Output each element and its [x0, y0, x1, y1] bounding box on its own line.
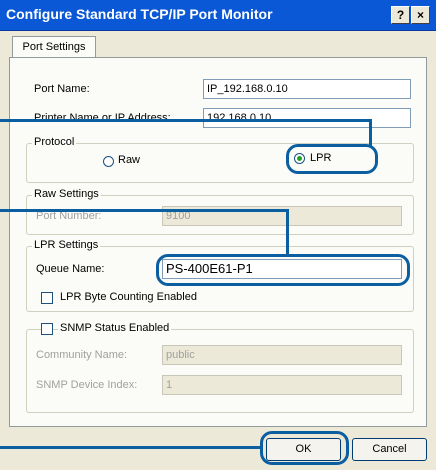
printer-name-label: Printer Name or IP Address: — [34, 112, 171, 124]
snmp-status-checkbox[interactable] — [41, 323, 53, 335]
raw-radio-label[interactable]: Raw — [118, 154, 140, 166]
callout-lpr-highlight — [286, 144, 378, 174]
printer-address-field[interactable]: 192.168.0.10 — [203, 108, 411, 128]
callout-line-queue-vertical — [286, 209, 289, 257]
port-name-label: Port Name: — [34, 83, 90, 95]
raw-settings-title: Raw Settings — [32, 188, 101, 200]
community-name-label: Community Name: — [36, 349, 128, 361]
tab-port-settings[interactable]: Port Settings — [12, 36, 96, 58]
callout-line-queue-horizontal — [0, 209, 289, 212]
title-bar: Configure Standard TCP/IP Port Monitor ?… — [0, 0, 436, 31]
lpr-byte-counting-checkbox[interactable] — [41, 292, 53, 304]
protocol-group-title: Protocol — [32, 136, 77, 148]
snmp-status-label[interactable]: SNMP Status Enabled — [58, 322, 172, 334]
tcpip-port-monitor-dialog: Configure Standard TCP/IP Port Monitor ?… — [0, 0, 436, 470]
community-name-field[interactable]: public — [162, 345, 402, 365]
snmp-device-index-label: SNMP Device Index: — [36, 379, 138, 391]
callout-line-protocol-horizontal — [0, 119, 372, 122]
snmp-device-index-field[interactable]: 1 — [162, 375, 402, 395]
port-name-field[interactable]: IP_192.168.0.10 — [203, 79, 411, 99]
raw-radio[interactable] — [103, 156, 114, 167]
lpr-settings-title: LPR Settings — [32, 239, 101, 251]
callout-line-ok — [0, 446, 262, 449]
dialog-title: Configure Standard TCP/IP Port Monitor — [6, 6, 273, 22]
callout-line-protocol-vertical — [369, 119, 372, 146]
snmp-group — [26, 329, 414, 413]
callout-queue-highlight — [156, 254, 410, 286]
queue-name-label: Queue Name: — [36, 263, 105, 275]
callout-ok-highlight — [260, 431, 349, 465]
cancel-button[interactable]: Cancel — [352, 438, 427, 461]
close-button[interactable]: × — [411, 6, 430, 24]
lpr-byte-counting-label[interactable]: LPR Byte Counting Enabled — [60, 291, 197, 303]
help-button[interactable]: ? — [391, 6, 410, 24]
